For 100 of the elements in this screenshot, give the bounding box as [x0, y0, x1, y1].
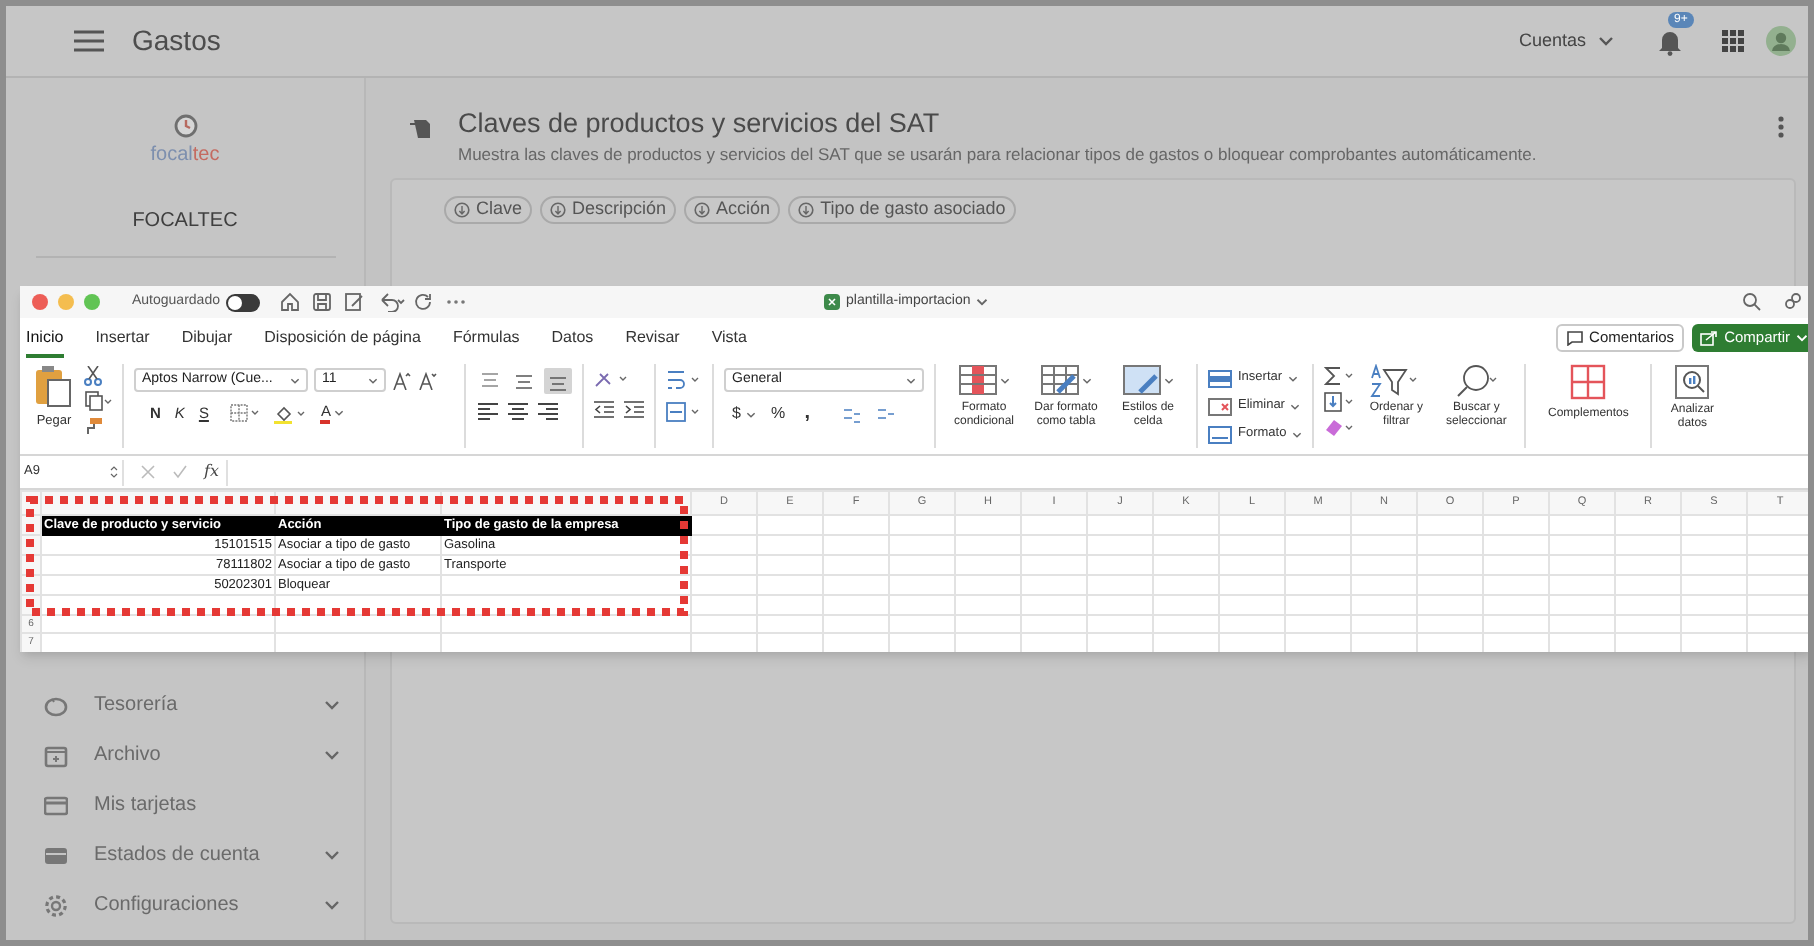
- chevron-down-icon: [334, 410, 345, 417]
- chevron-down-icon: [324, 850, 340, 860]
- autosum-icon[interactable]: [1324, 366, 1355, 386]
- menu-icon[interactable]: [74, 30, 104, 52]
- decrease-indent-icon[interactable]: [594, 400, 614, 418]
- format-cells-icon: [1208, 425, 1232, 443]
- decrease-font-icon[interactable]: [418, 371, 438, 389]
- eraser-icon[interactable]: [1324, 418, 1355, 438]
- comma-style-button[interactable]: ,: [799, 402, 816, 426]
- scissors-icon[interactable]: [84, 366, 102, 386]
- format-painter-icon[interactable]: [84, 416, 104, 436]
- conditional-format-icon: [958, 364, 998, 396]
- align-left-icon[interactable]: [478, 402, 498, 420]
- sort-icon: [694, 202, 711, 218]
- copy-icon[interactable]: [84, 390, 112, 412]
- chevron-down-icon: [1288, 375, 1299, 381]
- search-icon[interactable]: [1742, 292, 1762, 312]
- chevron-down-icon: [324, 700, 340, 710]
- bell-icon[interactable]: [1658, 27, 1682, 55]
- sort-icon: [550, 202, 567, 218]
- close-window-icon[interactable]: [32, 294, 48, 310]
- increase-indent-icon[interactable]: [624, 400, 644, 418]
- apps-grid-icon[interactable]: [1722, 30, 1744, 52]
- credit-card-icon: [44, 793, 68, 817]
- save-icon[interactable]: [311, 292, 332, 312]
- kebab-menu-icon[interactable]: [1778, 116, 1784, 138]
- align-top-icon: [478, 369, 502, 393]
- addins-grid-icon: [1570, 364, 1607, 400]
- sort-icon: [798, 202, 815, 218]
- share-icon: [1700, 330, 1719, 346]
- undo-icon[interactable]: [377, 292, 406, 312]
- filter-chip[interactable]: Acción: [684, 196, 781, 224]
- fill-down-icon[interactable]: [1324, 392, 1355, 412]
- search-icon: [1452, 364, 1501, 398]
- merge-cells-icon[interactable]: [666, 402, 702, 422]
- page-subtitle: Muestra las claves de productos y servicios del SAT que se usarán para relacionar tipos de gastos o bloquear comprobantes automáticamente.: [458, 142, 1539, 166]
- chevron-down-icon: [906, 377, 916, 383]
- filter-chip[interactable]: Descripción: [540, 196, 677, 224]
- chevron-down-icon: [324, 750, 340, 760]
- app-title: Gastos: [132, 22, 221, 60]
- ribbon-tab[interactable]: Fórmulas: [452, 318, 520, 358]
- chevron-down-icon: [1082, 377, 1092, 383]
- chevron-down-icon: [290, 377, 300, 383]
- page-title: Claves de productos y servicios del SAT: [458, 106, 942, 142]
- ribbon-tab[interactable]: Dibujar: [181, 318, 233, 358]
- fx-label: fx: [204, 460, 219, 484]
- ribbon-tab[interactable]: Disposición de página: [264, 318, 421, 358]
- edit-document-icon[interactable]: [343, 292, 364, 312]
- chevron-down-icon: [1598, 36, 1614, 46]
- chevron-down-icon: [746, 411, 757, 417]
- chevron-down-icon: [1290, 403, 1301, 409]
- clock-logo-icon: [173, 114, 197, 138]
- chevron-down-icon: [976, 298, 989, 307]
- wrap-text-icon[interactable]: [666, 370, 702, 390]
- settings-icon: [44, 893, 68, 917]
- chevron-down-icon: [1000, 377, 1010, 383]
- logo-text: focaltec: [150, 146, 220, 166]
- ribbon-tab[interactable]: Vista: [711, 318, 747, 358]
- workbook-icon: [824, 294, 840, 311]
- filter-chip[interactable]: Tipo de gasto asociado: [788, 196, 1016, 224]
- chevron-down-icon: [324, 900, 340, 910]
- delete-cells-icon: [1208, 397, 1232, 415]
- percent-button[interactable]: %: [770, 402, 786, 426]
- filter-chip[interactable]: Clave: [444, 196, 533, 224]
- increase-decimal-icon[interactable]: [841, 405, 862, 423]
- chevron-down-icon: [1292, 431, 1303, 437]
- ribbon-tab[interactable]: Revisar: [625, 318, 680, 358]
- autosave-toggle[interactable]: [225, 293, 260, 311]
- company-name: FOCALTEC: [132, 208, 238, 236]
- chevron-down-icon: [1164, 377, 1174, 383]
- sort-icon: [454, 202, 470, 218]
- fill-color-icon[interactable]: [274, 403, 307, 424]
- align-center-icon[interactable]: [508, 402, 528, 420]
- ribbon-tab[interactable]: Inicio: [26, 318, 64, 358]
- increase-font-icon[interactable]: [392, 371, 412, 389]
- insert-cells-icon: [1208, 369, 1232, 387]
- align-middle-icon: [512, 369, 536, 393]
- align-right-icon[interactable]: [538, 402, 558, 420]
- archive-box-icon: [44, 743, 68, 767]
- currency-button[interactable]: $: [732, 402, 757, 426]
- decrease-decimal-icon[interactable]: [875, 405, 896, 423]
- share-people-icon[interactable]: [1782, 292, 1802, 312]
- cell-styles-icon: [1122, 364, 1162, 396]
- comment-icon: [1565, 330, 1584, 346]
- chevron-down-icon: [368, 377, 378, 383]
- clipboard-icon: [34, 364, 74, 408]
- more-icon[interactable]: [445, 298, 466, 306]
- redo-icon[interactable]: [413, 292, 434, 312]
- avatar-icon[interactable]: [1766, 26, 1796, 56]
- wallet-icon: [44, 843, 68, 867]
- borders-icon[interactable]: [230, 404, 261, 423]
- ribbon-tab[interactable]: Datos: [551, 318, 594, 358]
- account-menu[interactable]: Cuentas: [1518, 27, 1614, 55]
- check-icon[interactable]: [172, 464, 188, 480]
- chevron-down-icon: [1796, 334, 1808, 342]
- stepper-icon: [110, 464, 118, 480]
- ribbon-tab[interactable]: Insertar: [95, 318, 150, 358]
- table-format-icon: [1040, 364, 1080, 396]
- home-icon[interactable]: [279, 292, 300, 312]
- analyze-data-icon: [1674, 364, 1711, 400]
